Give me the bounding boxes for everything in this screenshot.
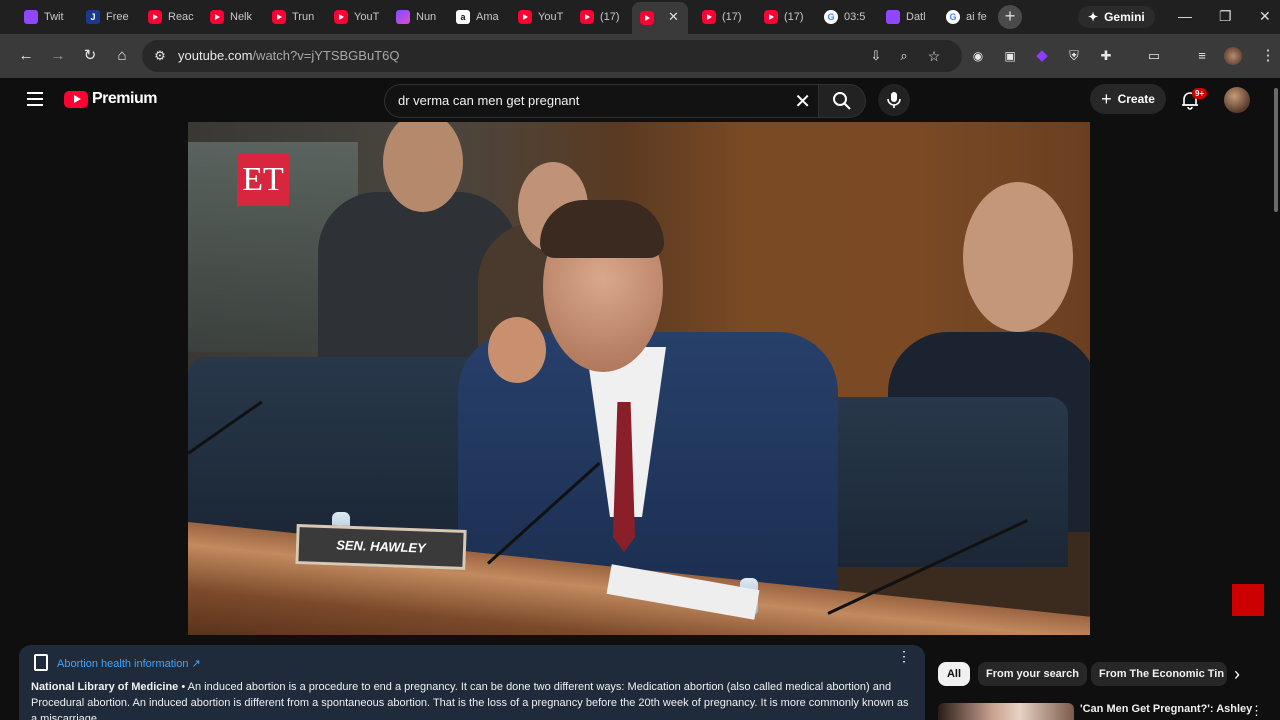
- page-scrollbar[interactable]: [1274, 88, 1278, 212]
- address-bar[interactable]: ⚙ youtube.com/watch?v=jYTSBGBuT6Q ⇩ ⌕ ☆: [142, 40, 962, 72]
- chip-channel[interactable]: From The Economic Tin: [1091, 662, 1227, 686]
- youtube-icon: [764, 10, 778, 24]
- video-frame-nameplate: SEN. HAWLEY: [295, 524, 467, 570]
- youtube-icon: [272, 10, 286, 24]
- youtube-icon: [580, 10, 594, 24]
- account-avatar[interactable]: [1224, 87, 1250, 113]
- notification-badge: 9+: [1192, 88, 1208, 99]
- extension-icon[interactable]: ◉: [968, 46, 988, 66]
- shield-icon[interactable]: ⛨: [1064, 46, 1084, 66]
- reload-icon[interactable]: ↻: [80, 46, 100, 66]
- twitch-icon: [886, 10, 900, 24]
- health-info-panel: Abortion health information ↗ ⋮ National…: [19, 645, 925, 720]
- browser-tab[interactable]: Twit: [24, 4, 74, 30]
- browser-tab[interactable]: G 03:5: [824, 4, 874, 30]
- site-settings-icon[interactable]: ⚙: [150, 46, 170, 66]
- extension-icon[interactable]: ◆: [1032, 46, 1052, 66]
- profile-avatar[interactable]: [1224, 47, 1242, 65]
- search-button[interactable]: [818, 84, 866, 118]
- browser-tab-active[interactable]: [632, 2, 688, 34]
- chevron-right-icon[interactable]: ›: [1234, 664, 1240, 685]
- browser-tab[interactable]: J Free: [86, 4, 136, 30]
- j-icon: J: [86, 10, 100, 24]
- youtube-logo[interactable]: Premium: [64, 90, 157, 108]
- browser-tab[interactable]: YouT: [334, 4, 384, 30]
- create-button[interactable]: + Create: [1090, 84, 1166, 114]
- google-icon: G: [946, 10, 960, 24]
- close-tab-icon[interactable]: ✕: [668, 9, 679, 25]
- url-text: youtube.com/watch?v=jYTSBGBuT6Q: [178, 48, 400, 63]
- microphone-icon: [887, 92, 901, 108]
- voice-search-button[interactable]: [878, 84, 910, 116]
- youtube-icon: [334, 10, 348, 24]
- twitch-icon: [24, 10, 38, 24]
- plus-icon: +: [1101, 89, 1112, 109]
- youtube-icon: [640, 11, 654, 25]
- browser-tab[interactable]: Nun: [396, 4, 446, 30]
- browser-tab[interactable]: Trun: [272, 4, 322, 30]
- browser-tab[interactable]: (17): [580, 4, 630, 30]
- channel-watermark-logo: ET: [237, 154, 289, 206]
- recommendation-title[interactable]: 'Can Men Get Pregnant?': Ashley: [1080, 703, 1252, 715]
- restore-icon[interactable]: ❐: [1219, 8, 1232, 25]
- browser-tab[interactable]: a Ama: [456, 4, 506, 30]
- youtube-icon: [148, 10, 162, 24]
- browser-tab[interactable]: Reac: [148, 4, 198, 30]
- zoom-icon[interactable]: ⌕: [894, 46, 914, 66]
- minimize-icon[interactable]: —: [1178, 8, 1192, 24]
- more-options-icon[interactable]: ⋮: [897, 649, 911, 663]
- back-icon[interactable]: ←: [16, 46, 36, 66]
- media-icon[interactable]: ≡: [1192, 46, 1212, 66]
- amazon-icon: a: [456, 10, 470, 24]
- video-frame-chair: [188, 357, 488, 537]
- close-window-icon[interactable]: ✕: [1259, 8, 1271, 25]
- app-icon: [396, 10, 410, 24]
- hamburger-menu-icon[interactable]: [27, 92, 43, 110]
- home-icon[interactable]: ⌂: [112, 46, 132, 66]
- search-input[interactable]: dr verma can men get pregnant ✕: [384, 84, 822, 118]
- puzzle-icon[interactable]: ✚: [1096, 46, 1116, 66]
- video-frame-hand: [488, 317, 546, 383]
- chip-from-your-search[interactable]: From your search: [978, 662, 1087, 686]
- youtube-icon: [702, 10, 716, 24]
- youtube-icon: [518, 10, 532, 24]
- gemini-button[interactable]: ✦ Gemini: [1078, 6, 1155, 28]
- video-frame-figure: [963, 182, 1073, 332]
- health-info-text: National Library of Medicine • An induce…: [31, 681, 909, 720]
- subscribe-watermark[interactable]: [1232, 584, 1264, 616]
- more-options-icon[interactable]: ⋮: [1250, 703, 1263, 719]
- recommendation-thumbnail[interactable]: [938, 703, 1074, 720]
- browser-tab[interactable]: Nelk: [210, 4, 260, 30]
- youtube-icon: [210, 10, 224, 24]
- new-tab-button[interactable]: +: [998, 5, 1022, 29]
- browser-tab[interactable]: Datl: [886, 4, 936, 30]
- video-player[interactable]: SEN. HAWLEY ET: [188, 122, 1090, 635]
- extension-icon[interactable]: ▣: [1000, 46, 1020, 66]
- bookmark-star-icon[interactable]: ☆: [924, 46, 944, 66]
- browser-tab[interactable]: Gai fe: [946, 4, 992, 30]
- browser-tab-strip: Twit J Free Reac Nelk Trun YouT Nun a Ama …: [0, 0, 1280, 34]
- video-frame-chair: [808, 397, 1068, 567]
- browser-toolbar: ← → ↻ ⌂ ⚙ youtube.com/watch?v=jYTSBGBuT6…: [0, 34, 1280, 78]
- video-frame-hair: [540, 200, 664, 258]
- sparkle-icon: ✦: [1088, 10, 1099, 24]
- browser-tab[interactable]: (17): [702, 4, 752, 30]
- forward-icon[interactable]: →: [48, 46, 68, 66]
- split-view-icon[interactable]: ▭: [1144, 46, 1164, 66]
- document-icon: [34, 654, 48, 671]
- youtube-play-icon: [64, 90, 88, 108]
- browser-tab[interactable]: (17): [764, 4, 814, 30]
- install-icon[interactable]: ⇩: [866, 46, 886, 66]
- google-icon: G: [824, 10, 838, 24]
- browser-tab[interactable]: YouT: [518, 4, 568, 30]
- health-info-link[interactable]: Abortion health information ↗: [57, 657, 201, 670]
- clear-search-icon[interactable]: ✕: [794, 89, 811, 114]
- chip-all[interactable]: All: [938, 662, 970, 686]
- search-icon: [833, 92, 851, 110]
- youtube-header: Premium dr verma can men get pregnant ✕ …: [0, 78, 1280, 122]
- menu-icon[interactable]: ⋮: [1258, 46, 1278, 66]
